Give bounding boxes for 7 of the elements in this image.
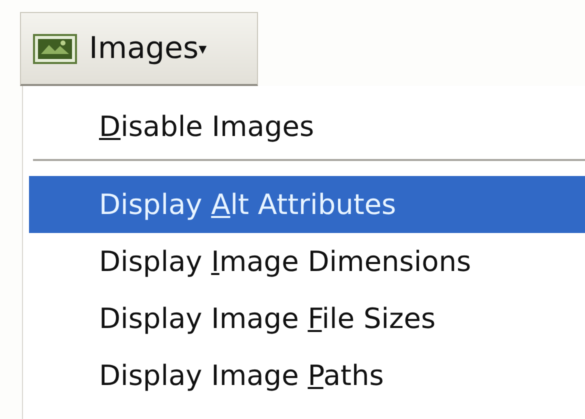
- picture-icon: [33, 34, 77, 64]
- menu-item[interactable]: Disable Images: [23, 98, 585, 155]
- menu-item[interactable]: Display Image File Sizes: [23, 290, 585, 347]
- menu-item[interactable]: Display Alt Attributes: [29, 176, 585, 233]
- images-menu-button[interactable]: Images▾: [20, 12, 258, 86]
- menu-item[interactable]: Display Image Dimensions: [23, 233, 585, 290]
- menu-item[interactable]: Display Image Paths: [23, 347, 585, 404]
